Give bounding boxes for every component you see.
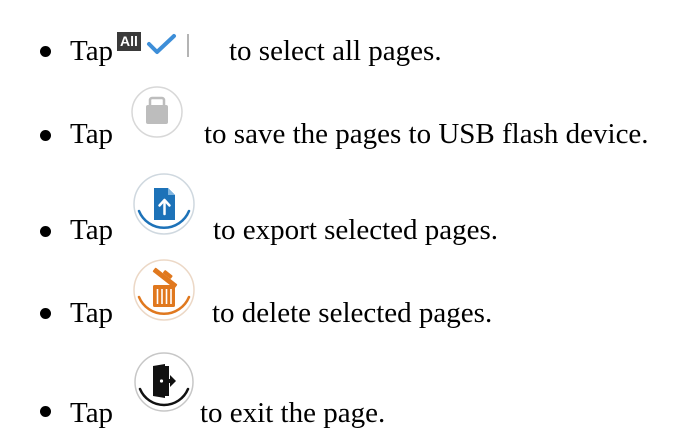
select-all-icon: All (117, 30, 205, 64)
tap-label: Tap (70, 118, 114, 150)
export-icon (133, 173, 195, 235)
item-text: to save the pages to USB flash device. (204, 118, 649, 150)
tap-label: Tap (70, 35, 114, 67)
tap-label: Tap (70, 397, 114, 429)
bullet (40, 308, 51, 319)
bullet (40, 226, 51, 237)
tap-label: Tap (70, 297, 114, 329)
exit-icon (134, 352, 194, 412)
bullet (40, 406, 51, 417)
bullet (40, 46, 51, 57)
item-text: to select all pages. (229, 35, 442, 67)
tap-label: Tap (70, 214, 114, 246)
item-text: to export selected pages. (213, 214, 499, 246)
item-text: to delete selected pages. (212, 297, 493, 329)
delete-icon (133, 259, 195, 321)
usb-save-icon (131, 86, 183, 138)
item-text: to exit the page. (200, 397, 386, 429)
bullet (40, 130, 51, 141)
